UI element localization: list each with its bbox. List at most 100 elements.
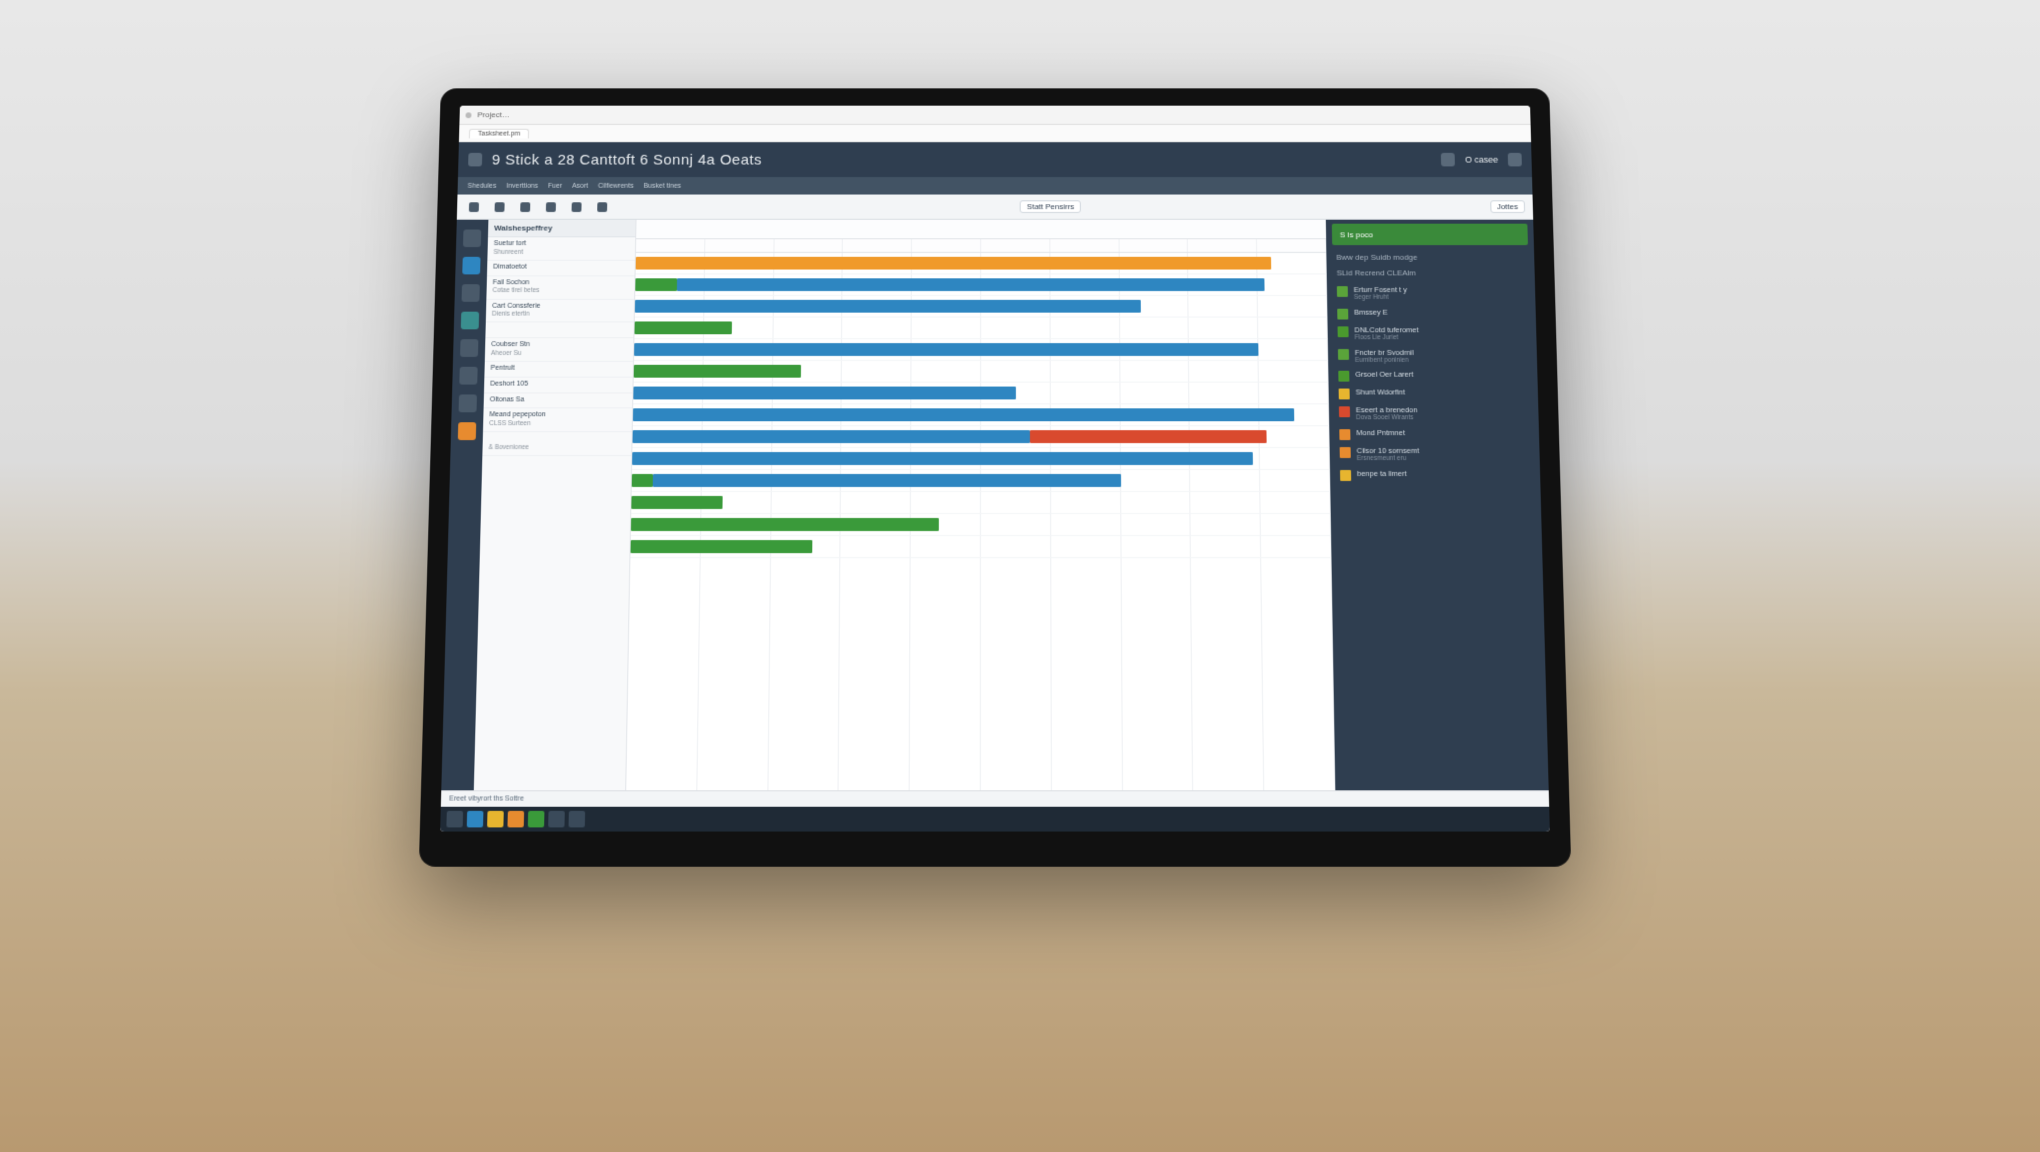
rail-item-icon[interactable] (459, 367, 477, 385)
browser-titlebar: Project… (459, 106, 1530, 125)
task-list-row[interactable]: Cart ConssferieDienis etertin (486, 299, 634, 322)
search-box[interactable]: S Is poco (1332, 224, 1528, 245)
toolbar-button[interactable] (568, 201, 586, 213)
menu-item[interactable]: Fuer (548, 182, 562, 189)
gantt-row[interactable] (631, 514, 1331, 536)
gantt-bar[interactable] (631, 518, 939, 531)
task-list-row[interactable]: Oltonas Sa (484, 393, 633, 409)
toolbar-button[interactable] (593, 201, 611, 213)
gantt-row[interactable] (630, 536, 1331, 558)
menu-item[interactable]: Inverttions (506, 182, 538, 189)
gantt-row[interactable] (634, 318, 1327, 340)
menu-item[interactable]: Asort (572, 182, 588, 189)
rail-item-icon[interactable] (460, 339, 478, 357)
gantt-bar[interactable] (636, 257, 1272, 270)
rail-item-icon[interactable] (463, 230, 481, 248)
legend-item[interactable]: Eseert a brenedonDova Sooel Wirants (1329, 403, 1539, 426)
taskbar-app-icon[interactable] (507, 811, 524, 828)
address-field[interactable]: Tasksheet.pm (469, 128, 529, 138)
taskbar-app-icon[interactable] (548, 811, 565, 828)
gantt-bar[interactable] (677, 278, 1265, 291)
gantt-bar[interactable] (630, 540, 812, 553)
legend-item[interactable]: Erturr Fosent t ySeger Hruht (1327, 282, 1536, 304)
gantt-bar[interactable] (634, 321, 731, 334)
menu-item[interactable]: Shedules (468, 182, 497, 189)
gantt-row[interactable] (632, 426, 1329, 448)
gantt-bar[interactable] (634, 365, 801, 378)
legend-label: Eseert a brenedonDova Sooel Wirants (1356, 406, 1418, 423)
task-list-panel: Walshespeffrey Suetur tortShunreentDimat… (474, 220, 637, 790)
task-list-row[interactable]: Coubser StnAheoer Su (485, 338, 634, 362)
toolbar-button[interactable] (491, 201, 509, 213)
gantt-row[interactable] (635, 296, 1328, 318)
taskbar-app-icon[interactable] (487, 811, 504, 828)
legend-swatch-icon (1337, 309, 1348, 320)
task-list-row[interactable]: Dimatoetot (487, 261, 635, 276)
browser-tab[interactable]: Project… (477, 110, 510, 119)
legend-item[interactable]: Cilsor 10 sornsemtErsnesmeunt eru (1330, 443, 1540, 466)
gantt-header (636, 220, 1326, 239)
gantt-row[interactable] (632, 470, 1331, 492)
legend-item[interactable]: benpe ta limert (1330, 466, 1540, 484)
rail-item-icon[interactable] (462, 284, 480, 302)
user-avatar-icon[interactable] (1508, 153, 1522, 167)
legend-swatch-icon (1338, 326, 1349, 337)
menu-item[interactable]: Cilfiewrents (598, 182, 634, 189)
gantt-bar[interactable] (1030, 430, 1267, 443)
task-list-row[interactable]: Fail SochonCotae tirel betes (486, 276, 634, 299)
task-list-row[interactable] (485, 323, 633, 338)
gantt-rows[interactable] (626, 253, 1335, 790)
gantt-bar[interactable] (653, 474, 1121, 487)
task-list-row[interactable]: & Bovenionee (482, 432, 631, 456)
taskbar-app-icon[interactable] (528, 811, 545, 828)
task-list-row[interactable]: Pentrult (484, 362, 633, 378)
gantt-row[interactable] (631, 492, 1331, 514)
gantt-row[interactable] (636, 253, 1327, 274)
tool-icon (597, 202, 607, 212)
legend-item[interactable]: Bmssey E (1327, 305, 1536, 323)
task-list-row[interactable]: Deshort 105 (484, 377, 633, 393)
taskbar-start-icon[interactable] (446, 811, 463, 828)
gantt-bar[interactable] (635, 300, 1141, 313)
legend-item[interactable]: Shunt Wdorfint (1329, 385, 1539, 403)
status-bar: Ereet vibyrort ths Sottre (441, 790, 1549, 806)
app-window: Project… Tasksheet.pm 9 Stick a 28 Cantt… (440, 106, 1550, 832)
legend-item[interactable]: Grsoel Oer Larert (1328, 367, 1537, 385)
toolbar-button[interactable] (465, 201, 483, 213)
gantt-row[interactable] (633, 383, 1329, 405)
app-header: 9 Stick a 28 Canttoft 6 Sonnj 4a Oeats O… (458, 142, 1532, 177)
toolbar-button[interactable] (542, 201, 560, 213)
taskbar-app-icon[interactable] (569, 811, 586, 828)
legend-item[interactable]: DNLCotd tuferometFloos Lie Juriet (1328, 322, 1537, 344)
gantt-bar[interactable] (633, 408, 1294, 421)
legend-item[interactable]: Mond Pntmnet (1329, 425, 1539, 443)
gantt-bar[interactable] (634, 343, 1259, 356)
task-list-row[interactable]: Meand pepepotonCLSS Surteen (483, 409, 632, 433)
gantt-bar[interactable] (632, 474, 653, 487)
gantt-bar[interactable] (632, 452, 1253, 465)
rail-item-icon[interactable] (459, 394, 477, 412)
gantt-row[interactable] (635, 274, 1327, 296)
gantt-row[interactable] (632, 448, 1330, 470)
toolbar-right-chip[interactable]: Jottes (1490, 200, 1525, 213)
notification-icon[interactable] (1441, 153, 1455, 167)
legend-label: Cilsor 10 sornsemtErsnesmeunt eru (1357, 446, 1420, 463)
legend-item[interactable]: Fncter br SvodrnilEumibent poninien (1328, 345, 1537, 367)
gantt-row[interactable] (634, 339, 1328, 361)
gantt-bar[interactable] (631, 496, 722, 509)
toolbar-button[interactable] (516, 201, 534, 213)
legend-label: Grsoel Oer Larert (1355, 370, 1413, 379)
rail-item-icon[interactable] (462, 257, 480, 275)
gantt-bar[interactable] (633, 387, 1016, 400)
taskbar-app-icon[interactable] (467, 811, 484, 828)
task-list-row[interactable]: Suetur tortShunreent (487, 237, 635, 260)
tool-icon (572, 202, 582, 212)
menu-item[interactable]: Busket tines (643, 182, 681, 189)
legend-label: Mond Pntmnet (1356, 428, 1405, 437)
gantt-row[interactable] (633, 404, 1329, 426)
gantt-row[interactable] (634, 361, 1329, 383)
gantt-bar[interactable] (635, 278, 677, 291)
rail-item-icon[interactable] (461, 312, 479, 330)
gantt-bar[interactable] (632, 430, 1029, 443)
rail-item-icon[interactable] (458, 422, 476, 440)
